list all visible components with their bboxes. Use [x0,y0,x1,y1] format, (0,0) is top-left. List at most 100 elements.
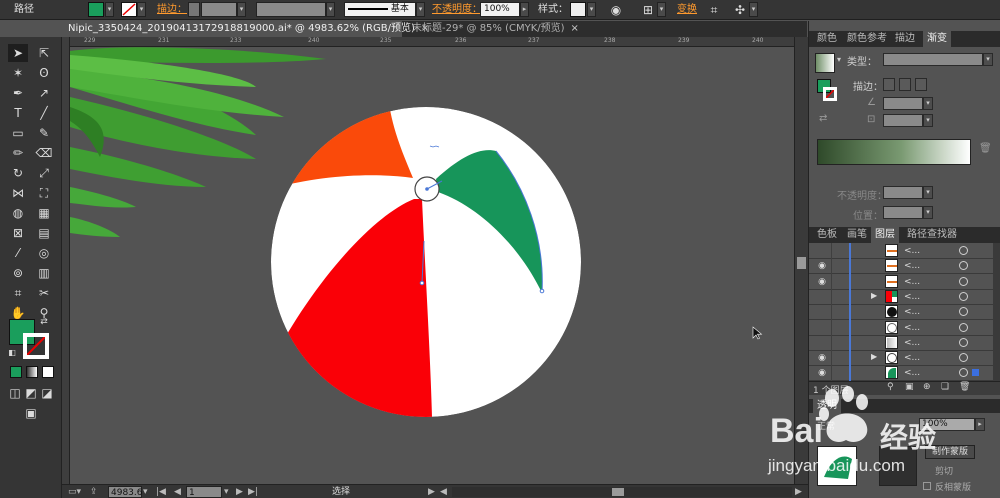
layer-row[interactable]: ◉ ▶ <... [809,350,993,367]
swap-fill-stroke-icon[interactable]: ⇄ [38,316,50,328]
aspect-ratio-input[interactable] [883,114,923,127]
make-clipping-mask-icon[interactable]: ▣ [905,382,914,392]
curvature-tool-icon[interactable]: ↗ [34,84,54,102]
align-grid-icon[interactable]: ⊞ [640,2,656,18]
gradient-type-dropdown[interactable]: ▾ [983,53,993,66]
pen-tool-icon[interactable]: ✒ [8,84,28,102]
gradient-location-input[interactable] [883,206,923,219]
next-artboard-icon[interactable]: ▶ [236,486,243,498]
anchor-point[interactable] [539,288,545,294]
graphic-style-dropdown[interactable]: ▾ [587,2,596,17]
tab-color-guide[interactable]: 颜色参考 [843,31,891,47]
lock-toggle[interactable] [831,365,843,381]
lock-toggle[interactable] [831,350,843,367]
scroll-thumb[interactable] [612,488,624,496]
target-icon[interactable] [959,368,968,378]
horizontal-ruler[interactable]: 229 231 233 240 235 236 237 238 239 240 [70,37,794,47]
tab-brushes[interactable]: 画笔 [843,227,871,243]
target-icon[interactable] [959,261,968,271]
slice-tool-icon[interactable]: ✂ [34,284,54,302]
graphic-style-swatch[interactable] [570,2,586,17]
lock-toggle[interactable] [831,258,843,275]
stroke-label[interactable]: 描边： [157,0,187,20]
status-menu-arrow-icon[interactable]: ▶ [428,486,435,498]
eye-hidden-icon[interactable] [816,337,828,349]
stroke-gradient-option-3[interactable] [915,78,927,91]
direct-selection-tool-icon[interactable]: ⇱ [34,44,54,62]
target-icon[interactable] [959,246,968,255]
tab-layers[interactable]: 图层 [871,227,899,243]
last-artboard-icon[interactable]: ▶| [248,486,258,498]
eraser-tool-icon[interactable]: ⌫ [34,144,54,162]
lock-toggle[interactable] [831,243,843,259]
chevron-down-icon[interactable]: ▾ [837,55,841,64]
tab-gradient[interactable]: 渐变 [923,31,951,47]
variable-width-select[interactable] [256,2,326,17]
make-mask-button[interactable]: 制作蒙版 [925,445,975,459]
stroke-dropdown[interactable]: ▾ [137,2,146,17]
width-tool-icon[interactable]: ⋈ [8,184,28,202]
export-icon[interactable]: ⇪ [90,486,98,498]
artboard-tool-icon[interactable]: ⌗ [8,284,28,302]
aspect-ratio-dropdown[interactable]: ▾ [923,114,933,127]
stroke-gradient-option-1[interactable] [883,78,895,91]
scroll-thumb[interactable] [797,257,806,269]
layer-row[interactable]: <... [809,304,993,321]
paintbrush-tool-icon[interactable]: ✎ [34,124,54,142]
eyedropper-tool-icon[interactable]: ⁄ [8,244,28,262]
free-transform-tool-icon[interactable]: ⛶ [34,184,54,202]
stroke-color-box[interactable] [23,333,49,359]
draw-inside-icon[interactable]: ◪ [40,384,54,402]
target-icon[interactable] [959,353,968,363]
tab-color[interactable]: 颜色 [813,31,841,47]
angle-input[interactable] [883,97,923,110]
delete-layer-icon[interactable]: 🗑 [959,382,970,392]
pencil-tool-icon[interactable]: ✏ [8,144,28,162]
brush-definition-dropdown[interactable]: ▾ [416,2,425,17]
zoom-input[interactable]: 4983.6 [108,486,143,498]
horizontal-scrollbar[interactable] [452,487,792,497]
eye-hidden-icon[interactable] [816,245,828,257]
tab-pathfinder[interactable]: 路径查找器 [903,227,961,243]
opacity-label[interactable]: 不透明度： [432,0,482,20]
tab-transparency[interactable]: 透明 [813,399,841,413]
gradient-type-select[interactable] [883,53,983,66]
fill-swatch[interactable] [88,2,104,17]
object-thumbnail[interactable] [817,446,857,486]
stroke-weight-stepper[interactable] [188,2,200,17]
locate-object-icon[interactable]: ⚲ [887,382,894,392]
fit-icon[interactable]: ▭▾ [68,486,81,498]
vertical-ruler[interactable] [62,37,70,484]
layer-row[interactable]: ◉ <... [809,273,993,290]
default-colors-icon[interactable]: ◧ [6,347,18,359]
anchor-point[interactable] [419,280,425,286]
blend-mode-value[interactable]: 正常 [817,419,835,432]
layer-row[interactable]: <... [809,334,993,351]
previous-artboard-icon[interactable]: ◀ [174,486,181,498]
variable-width-dropdown[interactable]: ▾ [326,2,335,17]
stroke-swatch[interactable] [121,2,137,17]
lasso-tool-icon[interactable]: ʘ [34,64,54,82]
layer-row[interactable]: <... [809,319,993,336]
transparency-opacity-input[interactable]: 100% [919,418,975,431]
tab-stroke[interactable]: 描边 [891,31,919,47]
new-sublayer-icon[interactable]: ⊕ [923,382,931,392]
gradient-stroke-box[interactable] [823,87,837,101]
invert-mask-checkbox[interactable] [923,482,931,490]
opacity-input[interactable]: 100% [480,2,520,17]
draw-normal-icon[interactable]: ◫ [8,384,22,402]
align-dropdown[interactable]: ▾ [657,2,666,17]
angle-dropdown[interactable]: ▾ [923,97,933,110]
artboard-dropdown[interactable]: ▾ [224,486,229,498]
opacity-dropdown[interactable]: ▸ [520,2,529,17]
delete-stop-icon[interactable]: 🗑 [979,143,992,154]
screen-mode-icon[interactable]: ▣ [20,404,42,422]
gradient-opacity-dropdown[interactable]: ▾ [923,186,933,199]
gradient-thumbnail[interactable] [815,53,835,73]
shape-builder-tool-icon[interactable]: ◍ [8,204,28,222]
eye-icon[interactable]: ◉ [816,276,828,288]
lock-toggle[interactable] [831,273,843,290]
gradient-mode-icon[interactable] [26,366,38,378]
rotate-tool-icon[interactable]: ↻ [8,164,28,182]
zoom-dropdown[interactable]: ▾ [143,486,148,498]
